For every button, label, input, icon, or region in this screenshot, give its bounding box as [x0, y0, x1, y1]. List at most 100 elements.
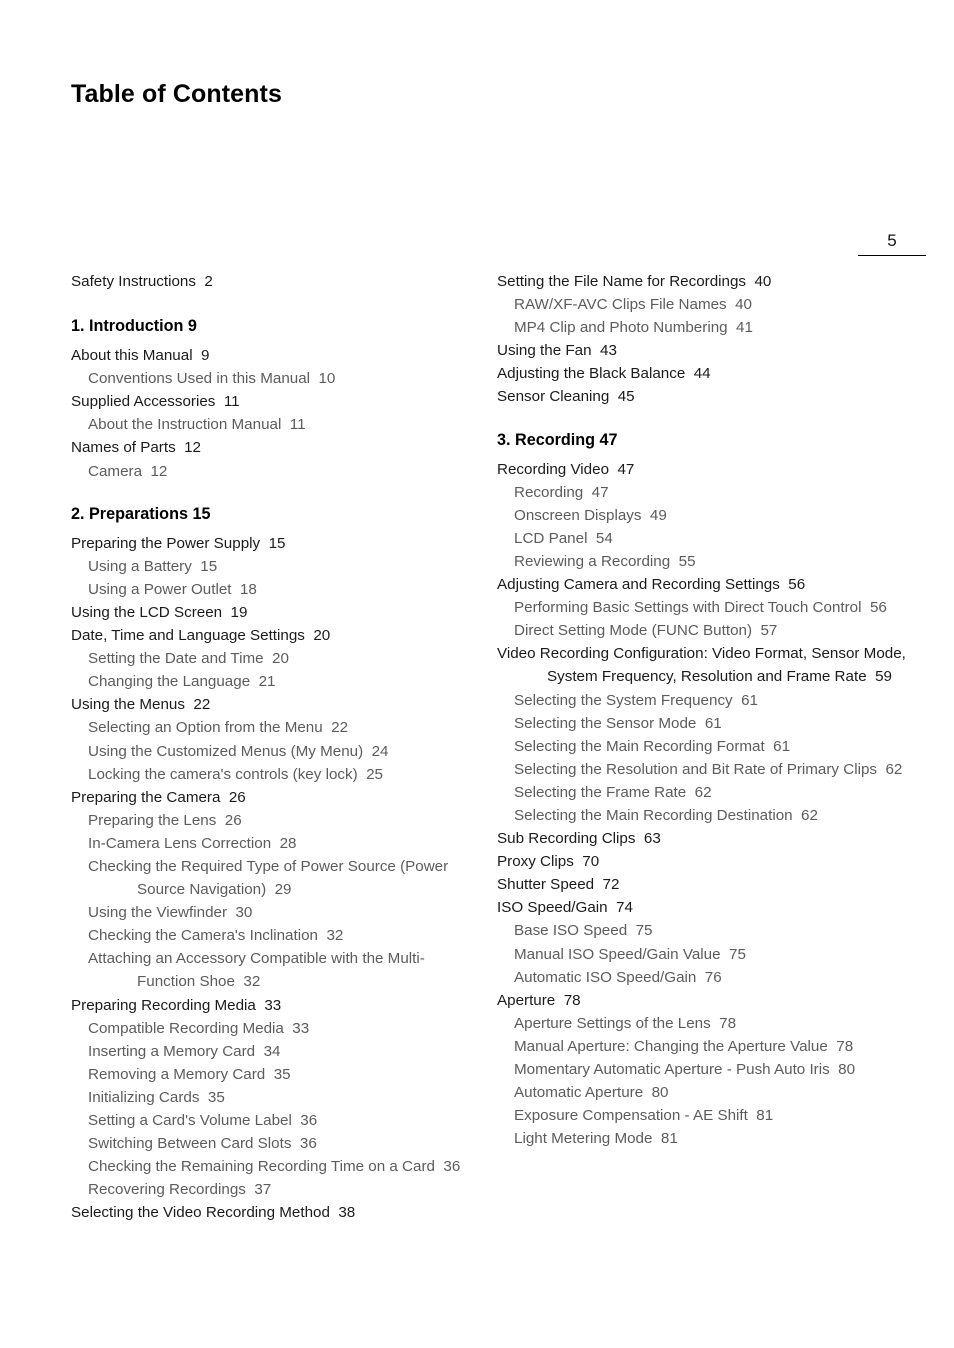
- toc-entry-label: Switching Between Card Slots: [88, 1135, 292, 1153]
- toc-entry-page-number: 15: [191, 557, 218, 575]
- toc-entry-level-2[interactable]: Base ISO Speed 75: [497, 919, 909, 942]
- toc-entry-level-1[interactable]: Proxy Clips 70: [497, 850, 909, 873]
- toc-entry-level-2[interactable]: Setting the Date and Time 20: [71, 647, 471, 670]
- toc-entry-level-1[interactable]: Shutter Speed 72: [497, 873, 909, 896]
- toc-entry-level-1[interactable]: Using the Menus 22: [71, 693, 471, 716]
- toc-entry-level-2[interactable]: Light Metering Mode 81: [497, 1127, 909, 1150]
- toc-entry-page-number: 78: [827, 1037, 854, 1055]
- toc-entry-level-2[interactable]: Using the Customized Menus (My Menu) 24: [71, 740, 471, 763]
- toc-entry-level-2[interactable]: Manual Aperture: Changing the Aperture V…: [497, 1035, 909, 1058]
- toc-entry-level-2[interactable]: Using the Viewfinder 30: [71, 901, 471, 924]
- toc-page: Table of Contents 5 Safety Instructions …: [0, 0, 954, 1348]
- toc-entry-level-2[interactable]: Selecting an Option from the Menu 22: [71, 716, 471, 739]
- toc-entry-level-2[interactable]: Preparing the Lens 26: [71, 809, 471, 832]
- toc-entry-level-1[interactable]: Recording Video 47: [497, 458, 909, 481]
- toc-entry-level-2[interactable]: Selecting the Main Recording Destination…: [497, 804, 909, 827]
- toc-entry-level-2[interactable]: Selecting the Resolution and Bit Rate of…: [497, 758, 909, 781]
- toc-entry-page-number: 40: [746, 273, 772, 290]
- toc-entry-level-1[interactable]: Preparing the Power Supply 15: [71, 532, 471, 555]
- toc-entry-level-2[interactable]: Using a Battery 15: [71, 555, 471, 578]
- toc-entry-level-2[interactable]: Direct Setting Mode (FUNC Button) 57: [497, 619, 909, 642]
- toc-entry-level-1[interactable]: Video Recording Configuration: Video For…: [497, 642, 909, 688]
- toc-entry-level-2[interactable]: Checking the Camera's Inclination 32: [71, 924, 471, 947]
- toc-entry-level-2[interactable]: Onscreen Displays 49: [497, 504, 909, 527]
- toc-entry-level-1[interactable]: Supplied Accessories 11: [71, 390, 471, 413]
- toc-entry-level-2[interactable]: Performing Basic Settings with Direct To…: [497, 596, 909, 619]
- toc-entry-level-1[interactable]: Sensor Cleaning 45: [497, 385, 909, 408]
- toc-entry-page-number: 12: [175, 439, 202, 457]
- toc-entry-level-1[interactable]: Preparing Recording Media 33: [71, 994, 471, 1017]
- toc-entry-page-number: 56: [779, 576, 806, 594]
- toc-entry-level-2[interactable]: Using a Power Outlet 18: [71, 578, 471, 601]
- toc-entry-level-2[interactable]: Removing a Memory Card 35: [71, 1063, 471, 1086]
- toc-entry-level-2[interactable]: Selecting the Main Recording Format 61: [497, 735, 909, 758]
- toc-entry-level-2[interactable]: Locking the camera's controls (key lock)…: [71, 763, 471, 786]
- toc-entry-label: Setting the File Name for Recordings: [497, 273, 747, 290]
- toc-entry-level-2[interactable]: Attaching an Accessory Compatible with t…: [71, 947, 471, 993]
- toc-entry-level-1[interactable]: Date, Time and Language Settings 20: [71, 624, 471, 647]
- toc-entry-label: Aperture: [497, 991, 556, 1009]
- toc-entry-level-2[interactable]: Reviewing a Recording 55: [497, 550, 909, 573]
- toc-entry-level-1[interactable]: Using the LCD Screen 19: [71, 601, 471, 624]
- toc-entry-page-number: 22: [322, 719, 349, 737]
- toc-entry-page-number: 25: [357, 765, 383, 783]
- toc-entry-level-2[interactable]: Manual ISO Speed/Gain Value 75: [497, 943, 909, 966]
- toc-entry-level-1[interactable]: Sub Recording Clips 63: [497, 827, 909, 850]
- toc-entry-level-1[interactable]: Adjusting the Black Balance 44: [497, 362, 909, 385]
- toc-entry-level-2[interactable]: Changing the Language 21: [71, 670, 471, 693]
- toc-entry-label: Proxy Clips: [497, 853, 574, 871]
- toc-entry-level-2[interactable]: Camera 12: [71, 460, 471, 483]
- toc-entry-level-1[interactable]: Safety Instructions 2: [71, 270, 471, 293]
- toc-entry-level-2[interactable]: RAW/XF-AVC Clips File Names 40: [497, 293, 909, 316]
- toc-entry-label: Exposure Compensation - AE Shift: [514, 1107, 748, 1125]
- toc-entry-label: Initializing Cards: [88, 1088, 200, 1106]
- toc-entry-level-2[interactable]: Inserting a Memory Card 34: [71, 1040, 471, 1063]
- toc-entry-level-2[interactable]: Selecting the Frame Rate 62: [497, 781, 909, 804]
- toc-section-heading[interactable]: 3. Recording 47: [497, 428, 909, 452]
- toc-entry-level-2[interactable]: Checking the Remaining Recording Time on…: [71, 1155, 471, 1178]
- toc-entry-level-2[interactable]: Aperture Settings of the Lens 78: [497, 1012, 909, 1035]
- toc-entry-level-2[interactable]: Automatic ISO Speed/Gain 76: [497, 966, 909, 989]
- toc-entry-level-2[interactable]: Selecting the Sensor Mode 61: [497, 712, 909, 735]
- toc-entry-level-1[interactable]: Using the Fan 43: [497, 339, 909, 362]
- toc-entry-level-2[interactable]: Checking the Required Type of Power Sour…: [71, 855, 471, 901]
- toc-entry-label: About the Instruction Manual: [88, 416, 282, 434]
- toc-entry-level-2[interactable]: Momentary Automatic Aperture - Push Auto…: [497, 1058, 909, 1081]
- toc-entry-label: About this Manual: [71, 347, 193, 365]
- toc-entry-level-2[interactable]: Automatic Aperture 80: [497, 1081, 909, 1104]
- toc-entry-level-1[interactable]: Aperture 78: [497, 989, 909, 1012]
- toc-entry-level-2[interactable]: Recording 47: [497, 481, 909, 504]
- toc-entry-level-2[interactable]: LCD Panel 54: [497, 527, 909, 550]
- toc-entry-level-1[interactable]: Preparing the Camera 26: [71, 786, 471, 809]
- toc-entry-level-2[interactable]: Conventions Used in this Manual 10: [71, 367, 471, 390]
- toc-entry-level-2[interactable]: Compatible Recording Media 33: [71, 1017, 471, 1040]
- toc-entry-level-2[interactable]: About the Instruction Manual 11: [71, 413, 471, 436]
- toc-entry-label: Selecting the Frame Rate: [514, 783, 687, 801]
- toc-entry-level-1[interactable]: Selecting the Video Recording Method 38: [71, 1201, 471, 1224]
- toc-entry-level-1[interactable]: Setting the File Name for Recordings 40: [497, 270, 909, 293]
- toc-entry-page-number: 35: [199, 1088, 225, 1106]
- toc-entry-level-1[interactable]: ISO Speed/Gain 74: [497, 896, 909, 919]
- toc-entry-label: Using the Fan: [497, 342, 592, 360]
- toc-entry-page-number: 47: [609, 460, 635, 478]
- toc-entry-page-number: 61: [764, 737, 791, 755]
- toc-entry-level-2[interactable]: Initializing Cards 35: [71, 1086, 471, 1109]
- toc-entry-level-1[interactable]: Adjusting Camera and Recording Settings …: [497, 573, 909, 596]
- toc-entry-level-2[interactable]: MP4 Clip and Photo Numbering 41: [497, 316, 909, 339]
- toc-entry-page-number: 20: [304, 627, 331, 645]
- toc-section-heading[interactable]: 2. Preparations 15: [71, 502, 471, 526]
- toc-entry-level-1[interactable]: About this Manual 9: [71, 344, 471, 367]
- toc-entry-level-2[interactable]: Recovering Recordings 37: [71, 1178, 471, 1201]
- toc-entry-label: Selecting the Main Recording Destination: [514, 806, 793, 824]
- toc-entry-level-2[interactable]: Exposure Compensation - AE Shift 81: [497, 1104, 909, 1127]
- toc-entry-level-2[interactable]: In-Camera Lens Correction 28: [71, 832, 471, 855]
- toc-entry-level-2[interactable]: Switching Between Card Slots 36: [71, 1132, 471, 1155]
- toc-entry-page-number: 34: [255, 1042, 281, 1060]
- toc-entry-label: Selecting the Resolution and Bit Rate of…: [514, 760, 877, 778]
- toc-section-heading[interactable]: 1. Introduction 9: [71, 314, 471, 338]
- toc-entry-label: Momentary Automatic Aperture - Push Auto…: [514, 1061, 830, 1078]
- toc-entry-label: Preparing the Camera: [71, 788, 221, 806]
- toc-entry-level-1[interactable]: Names of Parts 12: [71, 436, 471, 459]
- toc-entry-level-2[interactable]: Setting a Card's Volume Label 36: [71, 1109, 471, 1132]
- toc-entry-level-2[interactable]: Selecting the System Frequency 61: [497, 689, 909, 712]
